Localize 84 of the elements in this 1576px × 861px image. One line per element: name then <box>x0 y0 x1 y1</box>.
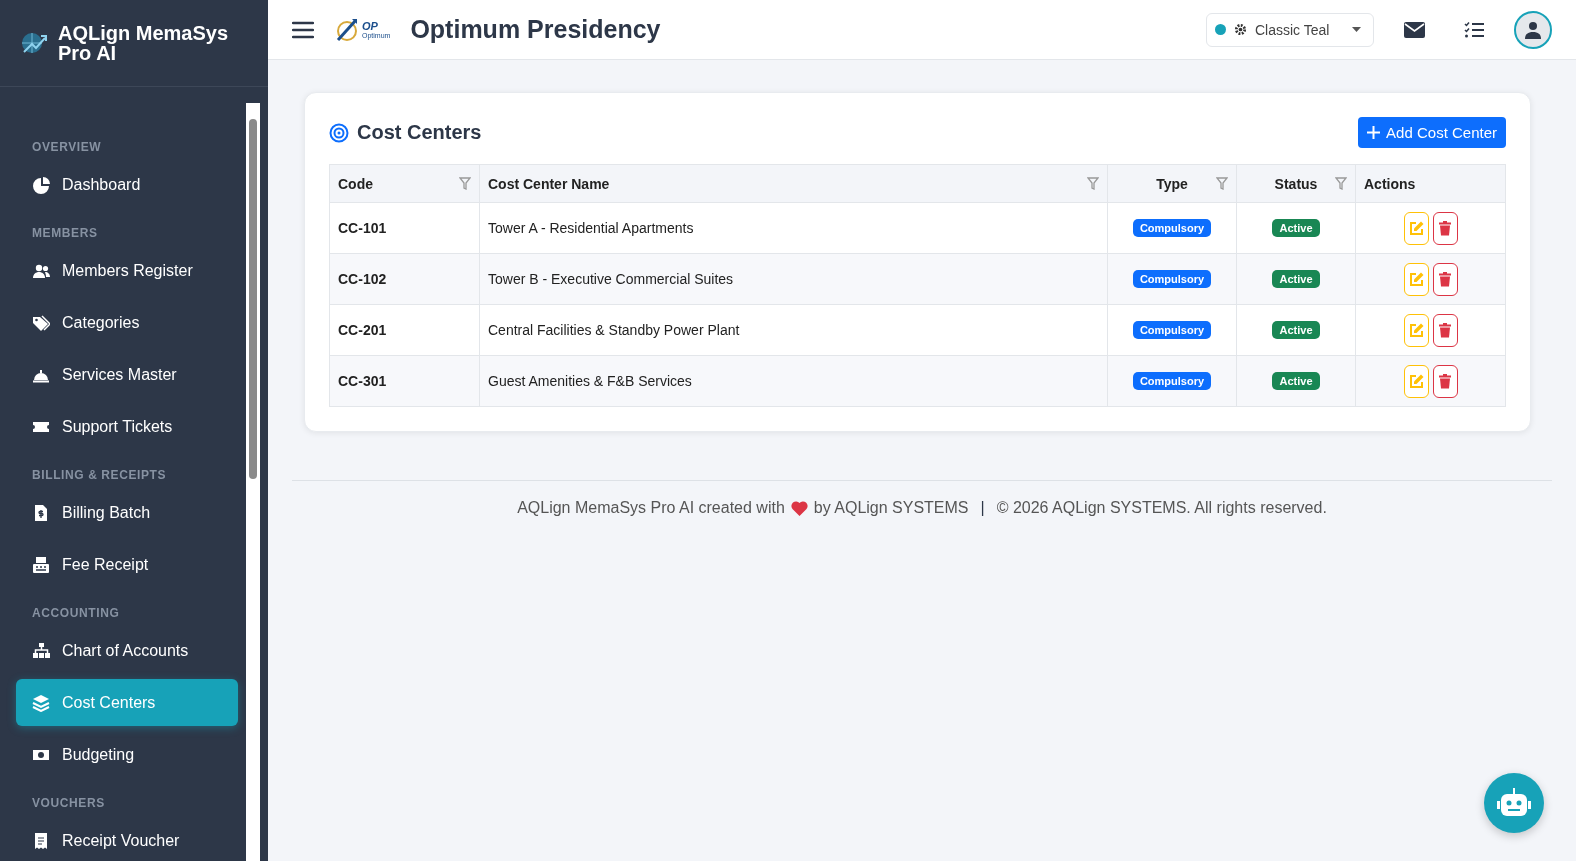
nav-icon <box>32 313 50 332</box>
status-badge: Active <box>1272 372 1320 390</box>
plus-icon <box>1367 126 1381 139</box>
chatbot-button[interactable] <box>1484 773 1544 833</box>
column-header[interactable]: Status <box>1236 164 1356 203</box>
caret-icon <box>1352 27 1361 32</box>
brand-name: AQLign MemaSys Pro AI <box>58 23 230 63</box>
sidebar-item[interactable]: Budgeting <box>16 731 238 778</box>
status-badge: Active <box>1272 321 1320 339</box>
column-header[interactable]: Actions <box>1355 164 1506 203</box>
table-cell: Tower A - Residential Apartments <box>479 202 1108 254</box>
nav-icon <box>32 503 50 522</box>
task-list-icon[interactable] <box>1463 21 1485 38</box>
mail-icon[interactable] <box>1403 21 1425 38</box>
section-label: OVERVIEW <box>31 139 103 155</box>
filter-icon[interactable] <box>1087 177 1099 190</box>
filter-icon[interactable] <box>459 177 471 190</box>
user-avatar[interactable] <box>1514 10 1552 49</box>
trash-icon <box>1439 271 1451 287</box>
column-header[interactable]: Type <box>1107 164 1237 203</box>
edit-icon <box>1408 220 1424 236</box>
logo-text: OP <box>362 20 379 32</box>
table-cell: CC-201 <box>329 304 480 356</box>
robot-icon <box>1497 788 1531 818</box>
table-cell: CC-102 <box>329 253 480 305</box>
delete-button[interactable] <box>1432 262 1458 296</box>
edit-icon <box>1408 322 1424 338</box>
trash-icon <box>1439 322 1451 338</box>
page-title: Optimum Presidency <box>410 15 661 44</box>
delete-button[interactable] <box>1432 364 1458 398</box>
nav-icon <box>32 641 50 660</box>
edit-icon <box>1408 271 1424 287</box>
sidebar-item[interactable]: Dashboard <box>16 161 238 208</box>
menu-icon[interactable] <box>292 20 314 39</box>
gear-icon <box>1234 23 1247 36</box>
globe-chart-logo <box>20 30 48 56</box>
table-cell: Guest Amenities & F&B Services <box>479 355 1108 407</box>
section-label: VOUCHERS <box>31 795 106 811</box>
user-icon <box>1525 20 1541 39</box>
type-badge: Compulsory <box>1132 219 1212 237</box>
scrollbar[interactable] <box>246 103 260 861</box>
sidebar-item[interactable]: Chart of Accounts <box>16 627 238 674</box>
sidebar-item[interactable]: Members Register <box>16 247 238 294</box>
status-badge: Active <box>1272 270 1320 288</box>
type-badge: Compulsory <box>1132 372 1212 390</box>
status-dot <box>1215 24 1226 35</box>
edit-icon <box>1408 373 1424 389</box>
table-cell: Central Facilities & Standby Power Plant <box>479 304 1108 356</box>
sidebar-item[interactable]: Services Master <box>16 351 238 398</box>
section-label: MEMBERS <box>31 225 99 241</box>
theme-select[interactable]: Classic Teal <box>1206 12 1374 47</box>
card-title: Cost Centers <box>357 121 482 144</box>
sidebar-item[interactable]: Receipt Voucher <box>16 817 238 861</box>
table-cell: Tower B - Executive Commercial Suites <box>479 253 1108 305</box>
column-header[interactable]: Cost Center Name <box>479 164 1108 203</box>
trash-icon <box>1439 220 1451 236</box>
table-cell: CC-301 <box>329 355 480 407</box>
sidebar-item[interactable]: Billing Batch <box>16 489 238 536</box>
sidebar-item[interactable]: Support Tickets <box>16 403 238 450</box>
credit-text: by AQLign SYSTEMS <box>813 499 969 517</box>
filter-icon[interactable] <box>1216 177 1228 190</box>
heart-icon <box>790 500 808 516</box>
nav-icon <box>32 831 50 850</box>
copyright-text: © 2026 AQLign SYSTEMS. All rights reserved. <box>996 499 1327 517</box>
type-badge: Compulsory <box>1132 321 1212 339</box>
separator: | <box>980 499 985 517</box>
type-badge: Compulsory <box>1132 270 1212 288</box>
section-label: BILLING & RECEIPTS <box>31 467 168 483</box>
status-badge: Active <box>1272 219 1320 237</box>
sidebar-item[interactable]: Fee Receipt <box>16 541 238 588</box>
trash-icon <box>1439 373 1451 389</box>
nav-icon <box>32 693 50 712</box>
add-cost-center-button[interactable]: Add Cost Center <box>1358 117 1506 148</box>
column-header[interactable]: Code <box>329 164 480 203</box>
target-icon <box>329 122 349 143</box>
filter-icon[interactable] <box>1335 177 1347 190</box>
section-label: ACCOUNTING <box>31 605 121 621</box>
delete-button[interactable] <box>1432 211 1458 245</box>
credit-text: AQLign MemaSys Pro AI created with <box>517 499 785 517</box>
delete-button[interactable] <box>1432 313 1458 347</box>
nav-icon <box>32 175 50 194</box>
sidebar-item[interactable]: Categories <box>16 299 238 346</box>
nav-icon <box>32 555 50 574</box>
table-cell: CC-101 <box>329 202 480 254</box>
